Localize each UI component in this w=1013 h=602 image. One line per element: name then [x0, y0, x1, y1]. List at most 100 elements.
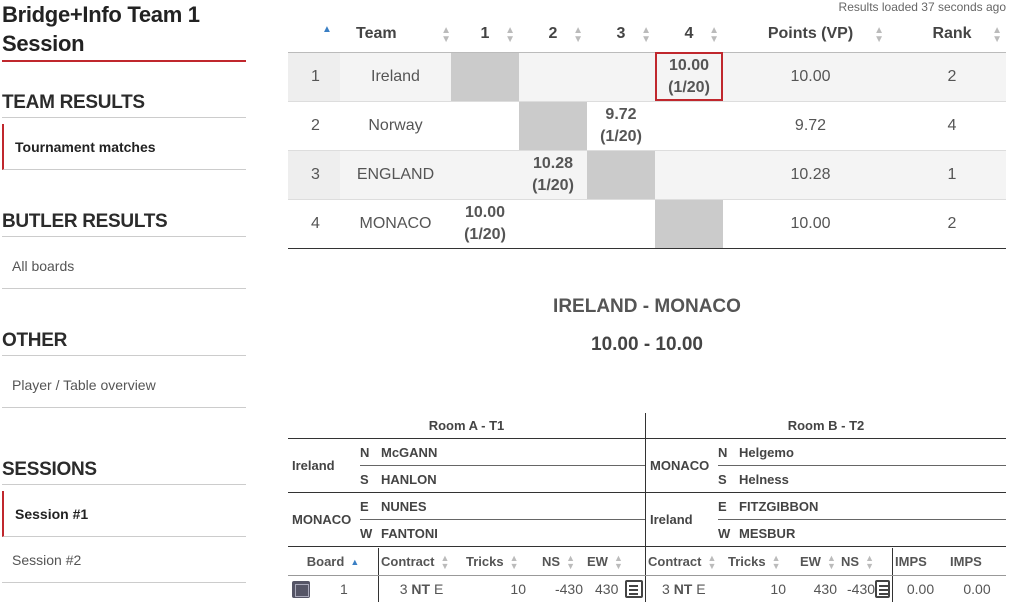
col-header-ns-a[interactable]: NS ▲ ▼: [540, 548, 585, 575]
match-score-text: 10.00 (1/20): [464, 203, 506, 243]
nav-item-tournament-matches[interactable]: Tournament matches: [2, 124, 246, 170]
col-header-points[interactable]: Points (VP) ▲ ▼: [723, 17, 898, 53]
nav-item-session-2[interactable]: Session #2: [2, 537, 246, 583]
player[interactable]: E FITZGIBBON: [718, 493, 1006, 520]
col-header-board[interactable]: Board ▲: [288, 548, 378, 575]
col-header-1[interactable]: 1 ▲ ▼: [451, 17, 519, 53]
col-header-2[interactable]: 2 ▲ ▼: [519, 17, 587, 53]
pair-team: MONACO: [292, 512, 352, 527]
col-header-tricks-b[interactable]: Tricks ▲ ▼: [726, 548, 798, 575]
ew-a-cell: 430: [585, 576, 645, 602]
match-score-link[interactable]: 10.28 (1/20): [519, 150, 587, 200]
team-name: Ireland: [340, 52, 451, 102]
match-score-text: 10.28 (1/20): [532, 154, 574, 194]
match-score-text: 10.00 (1/20): [668, 56, 710, 96]
sort-ascending-icon: ▲: [322, 24, 332, 35]
nav-item-all-boards[interactable]: All boards: [2, 243, 246, 289]
room-b: Room B - T2 MONACO N Helgemo S Helness Ire…: [645, 413, 1006, 548]
col-header-contract-a[interactable]: Contract ▲ ▼: [378, 548, 464, 575]
sort-icon: ▲ ▼: [771, 552, 781, 571]
self-cell: [451, 52, 519, 102]
match-score-link[interactable]: 10.00 (1/20): [451, 199, 519, 249]
col-header-2-label: 2: [548, 25, 558, 43]
main-content: Results loaded 37 seconds ago ▲ Team ▲ ▼ …: [288, 0, 1006, 602]
sort-icon: ▲ ▼: [865, 552, 874, 571]
player-name: Helness: [739, 472, 789, 487]
sort-icon: ▲ ▼: [641, 25, 651, 45]
app-title: Bridge+Info Team 1 Session: [2, 0, 246, 62]
score-cell: [451, 150, 519, 200]
sort-icon: ▲ ▼: [709, 25, 719, 45]
player[interactable]: W FANTONI: [360, 520, 645, 547]
player[interactable]: N Helgemo: [718, 439, 1006, 466]
direction: N: [718, 445, 728, 460]
board-details-icon[interactable]: [625, 580, 643, 598]
team-name: ENGLAND: [340, 150, 451, 200]
ns-a: -430: [554, 581, 583, 597]
col-header-contract-b[interactable]: Contract ▲ ▼: [645, 548, 726, 575]
col-header-4[interactable]: 4 ▲ ▼: [655, 17, 723, 53]
board-diagram-icon[interactable]: [292, 580, 310, 598]
direction: W: [360, 526, 373, 541]
row-number: 4: [288, 199, 340, 249]
sort-icon: ▲ ▼: [992, 25, 1002, 45]
col-header-label: Tricks: [728, 554, 766, 569]
player[interactable]: W MESBUR: [718, 520, 1006, 547]
sort-icon: ▲ ▼: [613, 552, 623, 571]
app-title-line1: Bridge+Info Team 1: [2, 2, 200, 27]
standings-row: 2 Norway 9.72 (1/20) 9.72 4: [288, 101, 1006, 151]
sort-icon: ▲ ▼: [573, 25, 583, 45]
col-header-num[interactable]: ▲: [288, 17, 340, 53]
col-header-imps-2[interactable]: IMPS: [948, 548, 1006, 575]
board-row[interactable]: 1 3 NT E 10 -430 430 3 NT E 10 430 -430 …: [288, 576, 1006, 602]
col-header-3[interactable]: 3 ▲ ▼: [587, 17, 655, 53]
col-header-label: Contract: [648, 554, 702, 569]
pair-team: Ireland: [650, 512, 693, 527]
standings-row: 1 Ireland 10.00 (1/20) 10.00 2: [288, 52, 1006, 102]
player-name: FANTONI: [381, 526, 438, 541]
player-name: HANLON: [381, 472, 437, 487]
row-number: 2: [288, 101, 340, 151]
board-number: 1: [340, 581, 348, 597]
col-header-board-label: Board: [306, 554, 345, 569]
player[interactable]: N McGANN: [360, 439, 645, 466]
match-score: 10.00 - 10.00: [591, 334, 703, 355]
sort-icon: ▲ ▼: [566, 552, 575, 571]
sort-icon: ▲ ▼: [826, 552, 836, 571]
sort-icon: ▲ ▼: [707, 552, 717, 571]
contract-strain: NT: [411, 581, 431, 597]
player[interactable]: S Helness: [718, 466, 1006, 493]
row-number: 3: [288, 150, 340, 200]
col-header-4-label: 4: [684, 25, 694, 43]
team-name: Norway: [340, 101, 451, 151]
sort-icon: ▲ ▼: [874, 25, 884, 45]
tricks-b: 10: [770, 581, 786, 597]
room-a: Room A - T1 Ireland N McGANN S HANLON MONA…: [288, 413, 645, 548]
col-header-tricks-a[interactable]: Tricks ▲ ▼: [464, 548, 540, 575]
board-details-icon[interactable]: [875, 580, 890, 598]
col-header-ew-a[interactable]: EW ▲ ▼: [585, 548, 645, 575]
standings-row: 4 MONACO 10.00 (1/20) 10.00 2: [288, 199, 1006, 249]
player-name: NUNES: [381, 499, 427, 514]
col-header-team[interactable]: Team ▲ ▼: [340, 17, 451, 53]
team-name: MONACO: [340, 199, 451, 249]
pair: MONACO N Helgemo S Helness: [646, 439, 1006, 493]
match-score-text: 9.72 (1/20): [600, 105, 642, 145]
col-header-ew-b[interactable]: EW ▲ ▼: [798, 548, 839, 575]
nav-item-player-table-overview[interactable]: Player / Table overview: [2, 362, 246, 408]
score-cell: [451, 101, 519, 151]
sort-icon: ▲ ▼: [505, 25, 515, 45]
player[interactable]: E NUNES: [360, 493, 645, 520]
results-loaded-status: Results loaded 37 seconds ago: [838, 0, 1006, 14]
nav-item-session-1[interactable]: Session #1: [2, 491, 246, 537]
col-header-ns-b[interactable]: NS ▲ ▼: [839, 548, 892, 575]
imps-1: 0.00: [892, 576, 948, 602]
col-header-imps-1[interactable]: IMPS: [892, 548, 948, 575]
match-score-link[interactable]: 10.00 (1/20): [655, 52, 723, 102]
rank-cell: 4: [898, 101, 1006, 151]
player[interactable]: S HANLON: [360, 466, 645, 493]
col-header-label: IMPS: [950, 554, 982, 569]
match-score-link[interactable]: 9.72 (1/20): [587, 101, 655, 151]
standings-table: ▲ Team ▲ ▼ 1 ▲ ▼ 2 ▲ ▼ 3 ▲ ▼ 4 ▲ ▼ Point…: [288, 17, 1006, 249]
col-header-rank[interactable]: Rank ▲ ▼: [898, 17, 1006, 53]
